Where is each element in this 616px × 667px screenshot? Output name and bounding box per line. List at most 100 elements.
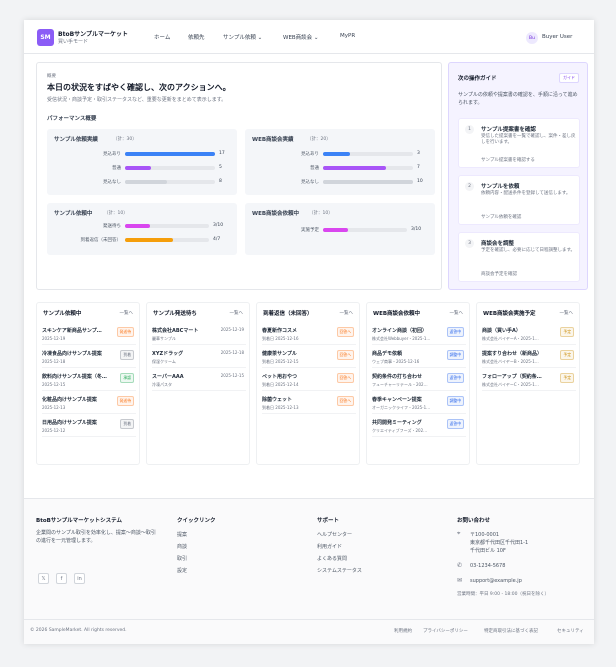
item-meta: 到着日 2025-12-13 [262,405,299,410]
panel-count: （計：10） [309,211,333,216]
item-meta: オーガニックライフ・2025-1… [372,405,431,410]
bar-track [125,224,209,228]
item-meta: 到着日 2025-12-15 [262,359,299,364]
item-meta: フューチャーリテール・202… [372,382,428,387]
list-title: WEB商談会依頼中 [373,311,421,317]
phone-number[interactable]: 03-1234-5678 [470,563,505,569]
nav-web-meeting[interactable]: WEB商談会 ⌄ [283,33,319,41]
list-item[interactable]: 商談（買い手A） 株式会社バイヤーA・2025-1… 予定 [482,323,576,345]
item-meta: 到着日 2025-12-14 [262,382,299,387]
item-date: 2025-12-19 [220,327,244,332]
view-all-link[interactable]: 一覧へ [560,310,574,316]
legal-link-terms[interactable]: 利用規約 [394,628,412,634]
item-meta: 2025-12-18 [42,359,66,364]
item-title: ペット用おやつ [262,374,298,380]
bar-track [125,152,215,156]
sample-results-panel: サンプル依頼実績 （計：30） 見込あり 17 普通 5 見込なし 8 [47,129,237,195]
facebook-icon[interactable]: f [56,573,67,584]
footer-description: 企業間のサンプル取引を効率化し、提案〜商談〜取引の進行を一元管理します。 [36,530,156,544]
step-number: 3 [465,239,474,248]
list-item[interactable]: 提案すり合わせ（新商品） 株式会社バイヤーB・2025-1… 予定 [482,346,576,368]
bar-label: 見込なし [103,180,121,185]
item-title: スキンケア新商品サンプ… [42,328,102,334]
nav-home[interactable]: ホーム [154,33,170,41]
list-item[interactable]: オンライン商談（初回） 株式会社Webbuyer・2025-1… 返答中 [372,323,466,345]
list-item[interactable]: 飲料向けサンプル提案（冬… 2025-12-15 承認 [42,369,136,391]
panel-count: （計：10） [104,211,128,216]
x-icon[interactable]: 𝕏 [38,573,49,584]
bar-label: 到着返信（未回答） [80,238,122,243]
step-title: サンプル提案書を確認 [481,127,536,133]
quick-link-proposal[interactable]: 提案 [177,531,187,538]
nav-sample-request[interactable]: サンプル依頼 ⌄ [223,33,262,41]
guide-step-3[interactable]: 3 商談会を調整 予定を確認し、必要に応じて日程調整します。 商談会予定を確認 [458,232,580,282]
view-all-link[interactable]: 一覧へ [340,310,354,316]
bar-label: 見込なし [301,180,319,185]
view-all-link[interactable]: 一覧へ [450,310,464,316]
mail-icon: ✉ [457,577,463,584]
list-item[interactable]: フォローアップ（契約条… 株式会社バイヤーC・2025-1… 予定 [482,369,576,391]
list-item[interactable]: 健康茶サンプル 到着日 2025-12-15 回答へ [262,346,356,368]
panel-title: WEB商談会実績 [252,137,294,143]
footer-divider [24,619,594,620]
legal-link-commerce[interactable]: 特定商取引法に基づく表記 [484,628,538,634]
item-title: 除菌ウェット [262,397,293,403]
item-title: 共同開発ミーティング [372,420,422,426]
list-item[interactable]: XYZドラッグ 保湿クリーム 2025-12-18 [152,346,246,368]
step-link[interactable]: サンプル依頼を確認 [481,214,521,220]
status-badge: 返答中 [446,419,464,429]
legal-link-privacy[interactable]: プライバシーポリシー [423,628,468,634]
user-name[interactable]: Buyer User [542,34,572,40]
bar-fill [323,166,386,170]
list-item[interactable]: 冷凍食品向けサンプル提案 2025-12-18 到着 [42,346,136,368]
list-item[interactable]: 共同開発ミーティング クリエイティブフーズ・202… 返答中 [372,415,466,437]
support-link-status[interactable]: システムステータス [317,567,362,574]
status-badge: 予定 [560,327,574,337]
list-item[interactable]: スキンケア新商品サンプ… 2025-12-19 発送待 [42,323,136,345]
support-link-faq[interactable]: よくある質問 [317,555,347,562]
item-title: フォローアップ（契約条… [482,374,542,380]
panel-title: サンプル依頼中 [54,211,93,217]
list-item[interactable]: ペット用おやつ 到着日 2025-12-14 回答へ [262,369,356,391]
bar-fill [125,180,168,184]
list-item[interactable]: 契約条件の打ち合わせ フューチャーリテール・202… 返答中 [372,369,466,391]
guide-step-1[interactable]: 1 サンプル提案書を確認 受信した提案書を一覧で確認し、案件・差し戻しを行います… [458,118,580,168]
item-title: 春季キャンペーン提案 [372,397,422,403]
nav-mypr[interactable]: MyPR [340,33,355,39]
location-icon: ⌖ [457,530,461,537]
bar-track [323,180,413,184]
email-address[interactable]: support@example.jp [470,578,522,584]
status-badge: 承認 [120,373,134,383]
view-all-link[interactable]: 一覧へ [230,310,244,316]
support-link-help[interactable]: ヘルプセンター [317,531,352,538]
bar-track [323,228,407,232]
step-link[interactable]: サンプル提案書を確認する [481,157,535,163]
list-item[interactable]: スーパーAAA 冷凍パスタ 2025-12-15 [152,369,246,391]
step-link[interactable]: 商談会予定を確認 [481,271,517,277]
bar-label: 普通 [310,166,319,171]
brand-name[interactable]: BtoBサンプルマーケット [58,29,128,38]
logo[interactable]: SM [37,29,54,46]
list-item[interactable]: 株式会社ABCマート 麗華サンプル 2025-12-19 [152,323,246,345]
list-item[interactable]: 商品デモ依頼 ウェブ商事・2025-12-16 調整中 [372,346,466,368]
status-badge: 回答へ [336,327,354,337]
list-item[interactable]: 春夏新作コスメ 到着日 2025-12-16 回答へ [262,323,356,345]
quick-link-deal[interactable]: 取引 [177,555,187,562]
quick-link-settings[interactable]: 設定 [177,567,187,574]
status-badge: 返答中 [446,327,464,337]
list-item[interactable]: 除菌ウェット 到着日 2025-12-13 回答へ [262,392,356,414]
avatar[interactable]: Bu [526,32,538,44]
list-title: サンプル依頼中 [43,311,82,317]
support-link-guide[interactable]: 利用ガイド [317,543,342,550]
view-all-link[interactable]: 一覧へ [120,310,134,316]
legal-link-security[interactable]: セキュリティ [557,628,584,634]
linkedin-icon[interactable]: in [74,573,85,584]
quick-link-meeting[interactable]: 商談 [177,543,187,550]
item-meta: ウェブ商事・2025-12-16 [372,359,420,364]
guide-step-2[interactable]: 2 サンプルを依頼 依頼内容・配送条件を登録して送信します。 サンプル依頼を確認 [458,175,580,225]
list-item[interactable]: 春季キャンペーン提案 オーガニックライフ・2025-1… 調整中 [372,392,466,414]
list-item[interactable]: 化粧品向けサンプル提案 2025-12-13 発送待 [42,392,136,414]
nav-suppliers[interactable]: 依頼先 [188,33,205,41]
list-item[interactable]: 日用品向けサンプル提案 2025-12-12 到着 [42,415,136,437]
bar-value: 17 [219,151,225,156]
